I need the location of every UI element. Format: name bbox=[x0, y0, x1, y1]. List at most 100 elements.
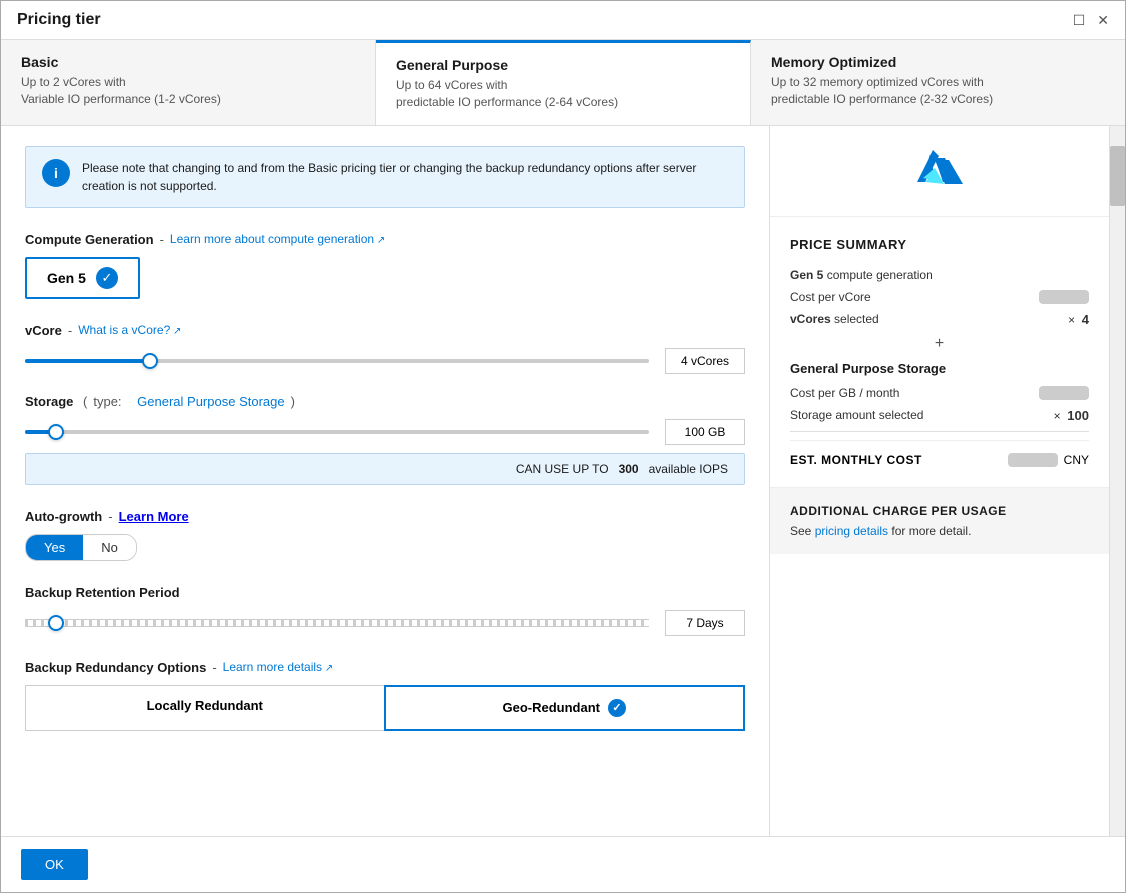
iops-bar: CAN USE UP TO 300 available IOPS bbox=[25, 453, 745, 485]
info-icon: i bbox=[42, 159, 70, 187]
footer: OK bbox=[1, 836, 1125, 892]
storage-type-link[interactable]: General Purpose Storage bbox=[137, 394, 284, 409]
geo-redundant-check-icon: ✓ bbox=[608, 699, 626, 717]
tab-basic-name: Basic bbox=[21, 54, 355, 70]
vcore-value-box: 4 vCores bbox=[665, 348, 745, 374]
auto-growth-no[interactable]: No bbox=[83, 535, 136, 560]
additional-charge-section: ADDITIONAL CHARGE PER USAGE See pricing … bbox=[770, 488, 1109, 554]
backup-redundancy-link[interactable]: Learn more details bbox=[223, 660, 334, 674]
backup-retention-slider-row: 7 Days bbox=[25, 610, 745, 636]
vcore-slider-thumb[interactable] bbox=[142, 353, 158, 369]
gen5-check-icon: ✓ bbox=[96, 267, 118, 289]
pricing-details-link[interactable]: pricing details bbox=[815, 524, 888, 538]
storage-slider-container bbox=[25, 422, 649, 442]
backup-retention-section: Backup Retention Period 7 Days bbox=[25, 585, 745, 636]
est-label: EST. MONTHLY COST bbox=[790, 453, 922, 467]
cost-per-vcore-row: Cost per vCore bbox=[790, 290, 1089, 304]
close-button[interactable]: ✕ bbox=[1097, 12, 1109, 29]
locally-redundant-btn[interactable]: Locally Redundant bbox=[25, 685, 384, 731]
auto-growth-toggle[interactable]: Yes No bbox=[25, 534, 137, 561]
azure-logo-icon bbox=[915, 146, 965, 196]
tab-general-purpose[interactable]: General Purpose Up to 64 vCores with pre… bbox=[376, 40, 751, 125]
cost-per-vcore-pill bbox=[1039, 290, 1089, 304]
minimize-button[interactable]: ☐ bbox=[1073, 12, 1086, 29]
backup-retention-value-box: 7 Days bbox=[665, 610, 745, 636]
additional-charge-text: See pricing details for more detail. bbox=[790, 524, 1089, 538]
storage-value-box: 100 GB bbox=[665, 419, 745, 445]
left-panel: i Please note that changing to and from … bbox=[1, 126, 769, 836]
backup-retention-label: Backup Retention Period bbox=[25, 585, 745, 600]
plus-separator: + bbox=[790, 335, 1089, 353]
vcore-slider-fill bbox=[25, 359, 150, 363]
main-content: i Please note that changing to and from … bbox=[1, 126, 1125, 836]
storage-amount-value: 100 bbox=[1067, 408, 1089, 423]
window-controls: ☐ ✕ bbox=[1073, 12, 1109, 29]
tab-mo-desc1: Up to 32 memory optimized vCores with bbox=[771, 74, 1105, 91]
gen5-select-box[interactable]: Gen 5 ✓ bbox=[25, 257, 140, 299]
additional-charge-title: ADDITIONAL CHARGE PER USAGE bbox=[790, 504, 1089, 518]
auto-growth-label: Auto-growth - Learn More bbox=[25, 509, 745, 524]
scrollbar-thumb[interactable] bbox=[1110, 146, 1125, 206]
scrollbar[interactable] bbox=[1109, 126, 1125, 836]
tab-gp-desc1: Up to 64 vCores with bbox=[396, 77, 730, 94]
dialog-title: Pricing tier bbox=[17, 11, 101, 29]
geo-redundant-btn[interactable]: Geo-Redundant ✓ bbox=[384, 685, 746, 731]
tier-tabs: Basic Up to 2 vCores with Variable IO pe… bbox=[1, 40, 1125, 126]
vcore-slider-track bbox=[25, 359, 649, 363]
pricing-tier-dialog: Pricing tier ☐ ✕ Basic Up to 2 vCores wi… bbox=[0, 0, 1126, 893]
vcores-value: 4 bbox=[1082, 312, 1089, 327]
gen5-row: Gen 5 compute generation bbox=[790, 268, 1089, 282]
backup-redundancy-options: Locally Redundant Geo-Redundant ✓ bbox=[25, 685, 745, 731]
tab-gp-name: General Purpose bbox=[396, 57, 730, 73]
vcore-link[interactable]: What is a vCore? bbox=[78, 323, 181, 337]
backup-redundancy-label: Backup Redundancy Options - Learn more d… bbox=[25, 660, 745, 675]
compute-learn-more-link[interactable]: Learn more about compute generation bbox=[170, 232, 385, 246]
storage-slider-track bbox=[25, 430, 649, 434]
cost-per-gb-pill bbox=[1039, 386, 1089, 400]
info-text: Please note that changing to and from th… bbox=[82, 159, 728, 195]
cost-per-vcore-label: Cost per vCore bbox=[790, 290, 871, 304]
est-monthly-cost-row: EST. MONTHLY COST CNY bbox=[790, 440, 1089, 467]
price-summary-title: PRICE SUMMARY bbox=[790, 237, 1089, 252]
azure-logo-area bbox=[770, 126, 1109, 217]
tab-memory-optimized[interactable]: Memory Optimized Up to 32 memory optimiz… bbox=[751, 40, 1125, 125]
backup-redundancy-section: Backup Redundancy Options - Learn more d… bbox=[25, 660, 745, 731]
vcore-slider-container bbox=[25, 351, 649, 371]
vcore-section: vCore - What is a vCore? 4 vCores bbox=[25, 323, 745, 374]
vcore-slider-row: 4 vCores bbox=[25, 348, 745, 374]
iops-prefix: CAN USE UP TO bbox=[516, 462, 609, 476]
cost-per-gb-row: Cost per GB / month bbox=[790, 386, 1089, 400]
storage-amount-label: Storage amount selected bbox=[790, 408, 923, 422]
iops-value: 300 bbox=[619, 462, 639, 476]
iops-suffix: available IOPS bbox=[649, 462, 728, 476]
auto-growth-yes[interactable]: Yes bbox=[26, 535, 83, 560]
ok-button[interactable]: OK bbox=[21, 849, 88, 880]
tab-gp-desc2: predictable IO performance (2-64 vCores) bbox=[396, 94, 730, 111]
vcore-label: vCore - What is a vCore? bbox=[25, 323, 745, 338]
tab-basic-desc2: Variable IO performance (1-2 vCores) bbox=[21, 91, 355, 108]
price-summary-section: PRICE SUMMARY Gen 5 compute generation C… bbox=[770, 217, 1109, 488]
storage-slider-thumb[interactable] bbox=[48, 424, 64, 440]
est-cost-pill bbox=[1008, 453, 1058, 467]
est-currency: CNY bbox=[1064, 453, 1089, 467]
compute-label: Compute Generation - Learn more about co… bbox=[25, 232, 745, 247]
tab-basic-desc1: Up to 2 vCores with bbox=[21, 74, 355, 91]
backup-retention-thumb[interactable] bbox=[48, 615, 64, 631]
vcores-selected-row: vCores selected × 4 bbox=[790, 312, 1089, 327]
tab-mo-name: Memory Optimized bbox=[771, 54, 1105, 70]
compute-section: Compute Generation - Learn more about co… bbox=[25, 232, 745, 299]
info-banner: i Please note that changing to and from … bbox=[25, 146, 745, 208]
backup-retention-track bbox=[25, 619, 649, 627]
backup-retention-slider-container bbox=[25, 613, 649, 633]
storage-section: Storage (type: General Purpose Storage) … bbox=[25, 394, 745, 485]
auto-growth-link[interactable]: Learn More bbox=[119, 509, 189, 524]
storage-section-title: General Purpose Storage bbox=[790, 361, 1089, 376]
gen5-label: Gen 5 bbox=[47, 270, 86, 286]
tab-basic[interactable]: Basic Up to 2 vCores with Variable IO pe… bbox=[1, 40, 376, 125]
auto-growth-section: Auto-growth - Learn More Yes No bbox=[25, 509, 745, 561]
est-value: CNY bbox=[1008, 453, 1089, 467]
tab-mo-desc2: predictable IO performance (2-32 vCores) bbox=[771, 91, 1105, 108]
storage-amount-row: Storage amount selected × 100 bbox=[790, 408, 1089, 423]
storage-slider-row: 100 GB bbox=[25, 419, 745, 445]
right-panel: PRICE SUMMARY Gen 5 compute generation C… bbox=[769, 126, 1109, 836]
